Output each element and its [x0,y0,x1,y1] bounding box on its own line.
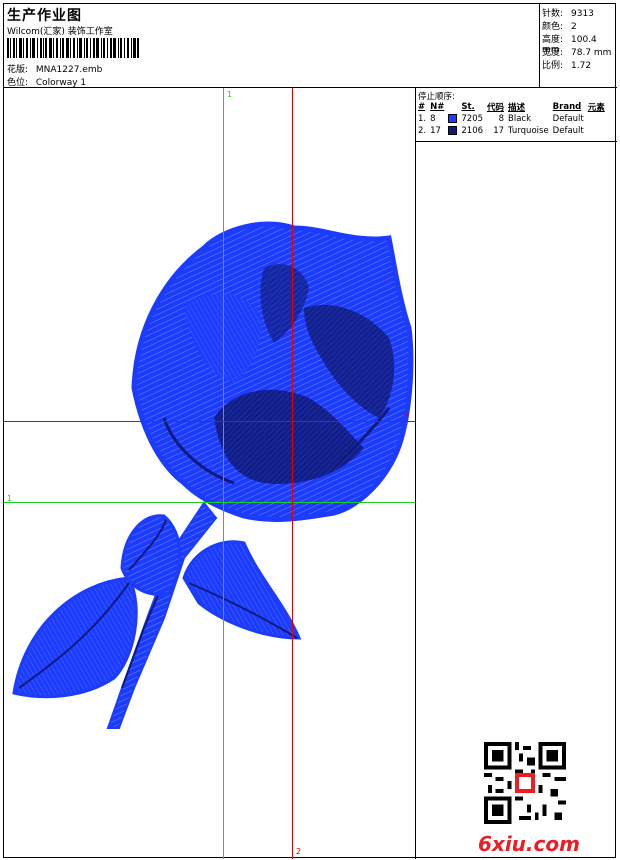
spec-width: 宽度: 78.7 mm [542,48,612,58]
design-file-value: MNA1227.emb [35,65,103,75]
design-specs: 针数: 9313 颜色: 2 高度: 100.4 mm 宽度: 78.7 mm 比例: 1… [540,4,617,88]
table-row[interactable]: 2. 17 2106 17 Turquoise Default [417,125,608,137]
col-header: 描述 [508,103,526,113]
guide-line-red-vertical[interactable] [292,88,293,859]
col-header: 元素 [587,103,605,113]
production-worksheet: 生产作业图 Wilcom(汇家) 装饰工作室 花版: MNA1227.emb 色… [3,3,617,859]
colorway-label: 色位: [7,78,29,88]
table-row[interactable]: 1. 8 7205 8 Black Default [417,113,608,125]
spec-stitches: 针数: 9313 [542,9,594,19]
guide-line-green-horizontal[interactable] [4,502,415,503]
guide-label-red-bottom: 2 [296,847,302,856]
guide-line-red-horizontal[interactable] [4,421,415,422]
color-swatch [448,126,458,135]
col-header [447,101,460,113]
guide-line-green-vertical[interactable] [223,88,224,859]
barcode-image [7,38,139,58]
table-header-row: # N# St. 代码 描述 Brand 元素 [417,101,608,113]
watermark-logo: 6xiu.com [478,832,580,856]
col-header: St. [461,102,475,112]
stop-sequence-table: # N# St. 代码 描述 Brand 元素 1. 8 7205 8 Blac… [417,101,608,137]
col-header: # [418,102,426,112]
page-title: 生产作业图 [7,8,82,24]
company-name: Wilcom(汇家) 装饰工作室 [7,27,113,37]
design-file-label: 花版: [7,65,29,75]
design-canvas[interactable]: 1 1 2 2 [4,88,416,859]
spec-scale: 比例: 1.72 [542,61,592,71]
qr-code-image [484,742,566,824]
colorway-value: Colorway 1 [35,78,87,88]
guide-label-green-left: 1 [7,494,13,503]
color-swatch [448,114,458,123]
colorway: 色位: Colorway 1 [7,75,86,88]
header-info: 生产作业图 Wilcom(汇家) 装饰工作室 花版: MNA1227.emb 色… [4,4,540,88]
rose-embroidery-image [12,221,414,729]
guide-label-green-top: 1 [227,90,233,99]
spec-colors: 颜色: 2 [542,22,577,32]
col-header: N# [430,102,445,112]
design-file: 花版: MNA1227.emb [7,62,102,75]
col-header: 代码 [487,103,505,113]
guide-label-red-right: 2 [404,413,410,422]
stop-sequence-panel: 停止顺序: # N# St. 代码 描述 Brand 元素 1. 8 7205 … [416,88,617,142]
col-header: Brand [552,102,582,112]
